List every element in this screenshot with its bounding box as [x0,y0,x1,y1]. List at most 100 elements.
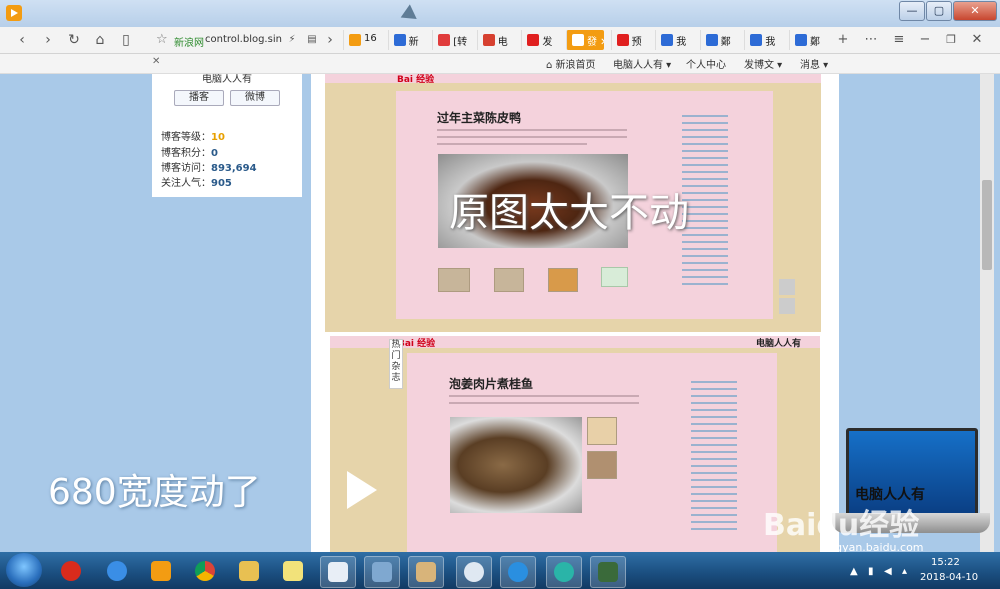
browser-icon [508,562,528,582]
close-button[interactable]: ✕ [953,1,997,21]
text-line [437,129,627,131]
tray-network-icon[interactable]: ▮ [868,566,874,577]
tab-minimize-icon[interactable]: − [914,31,936,49]
taskbar-browser[interactable] [500,556,536,588]
tab-label: 鄭 [810,37,820,48]
browser-tab[interactable]: 预 [610,30,649,50]
browser-tab[interactable]: 新 [387,30,426,50]
taskbar-explorer[interactable] [232,556,266,586]
taskbar-app[interactable] [590,556,626,588]
url-site-label: 新浪网 [174,38,204,49]
taskbar-chrome[interactable] [188,556,222,586]
taskbar-app-jiang[interactable] [54,556,88,586]
start-button[interactable] [6,553,42,587]
user-menu[interactable]: 电脑人人有 ▾ [613,56,671,71]
weibo-button[interactable]: 微博 [230,90,280,106]
paint-icon [416,562,436,582]
blog-toolbar: ✕ ⌂ 新浪首页 电脑人人有 ▾ 个人中心 发博文 ▾ 消息 ▾ [0,54,1000,74]
address-bar[interactable]: control.blog.sin [205,34,282,45]
favorite-star-icon[interactable]: ☆ [156,32,168,47]
level-value: 10 [211,132,225,143]
taskbar-paint[interactable] [408,556,444,588]
article2-title: 泡姜肉片煮桂鱼 [449,377,534,391]
document-icon [328,562,348,582]
vote-box[interactable] [601,267,628,287]
play-icon[interactable] [347,471,377,509]
taskbar-notes[interactable] [276,556,310,586]
broadcast-label: 播客 [189,92,209,103]
stat-popularity: 关注人气：905 [161,174,232,189]
tab-favicon-icon [393,34,406,46]
tab-label: 发 [542,37,553,48]
browser-tab[interactable]: 發 ✕ [566,30,604,50]
scrollbar-thumb[interactable] [982,180,992,270]
circle-app-icon [554,562,574,582]
sina-home-link[interactable]: ⌂ 新浪首页 [546,56,596,71]
reader-icon[interactable]: ▯ [116,31,136,49]
weibo-label: 微博 [245,92,265,103]
messages-menu[interactable]: 消息 ▾ [800,56,828,71]
close-toolbar-icon[interactable]: ✕ [152,56,160,67]
home-icon[interactable]: ⌂ [90,31,110,49]
visits-value: 893,694 [211,163,257,174]
tray-wifi-icon[interactable]: ▴ [902,566,907,577]
clock-time[interactable]: 15:22 [931,557,960,568]
broadcast-button[interactable]: 播客 [174,90,224,106]
tab-scroll-left-icon[interactable]: › [320,31,340,49]
vertical-scrollbar[interactable] [980,74,994,552]
back-icon[interactable]: ‹ [12,31,32,49]
taskbar-ie[interactable] [100,556,134,586]
share-icon[interactable] [779,298,795,314]
level-label: 博客等级： [161,132,211,143]
taskbar-screen[interactable] [364,556,400,588]
browser-tab[interactable]: 电 [476,30,515,50]
personal-center-link[interactable]: 个人中心 [686,56,726,71]
minimize-button[interactable]: — [899,1,925,21]
browser-tab[interactable]: [转 [432,30,470,50]
browser-tab[interactable]: 鄭 [789,30,827,50]
lightning-icon[interactable]: ⚡ [282,31,302,49]
notes-icon [283,561,303,581]
post-menu[interactable]: 发博文 ▾ [744,56,782,71]
tab-favicon-icon [616,34,629,46]
step-thumb [548,268,578,292]
taskbar-player[interactable] [144,556,178,586]
grid-icon[interactable]: ▤ [302,31,322,49]
hot-magazine-tab[interactable]: 热门杂志 [389,339,403,389]
taskbar-doc[interactable] [320,556,356,588]
tab-restore-icon[interactable]: ❐ [940,31,962,49]
taskbar-cloud[interactable] [456,556,492,588]
like-icon[interactable] [779,279,795,295]
tab-label: 电 [497,37,508,48]
article2-card: 泡姜肉片煮桂鱼 [407,353,777,552]
window-titlebar [0,0,1000,27]
reload-icon[interactable]: ↻ [64,31,84,49]
maximize-button[interactable]: ▢ [926,1,952,21]
popularity-value: 905 [211,178,232,189]
tab-label: 我 [676,37,687,48]
forward-icon[interactable]: › [38,31,58,49]
browser-tab[interactable]: 16 [343,30,381,50]
text-line [437,136,627,138]
tray-flag-icon[interactable]: ▲ [850,566,858,577]
browser-tab[interactable]: 发 [521,30,559,50]
step-thumb [494,268,524,292]
clock-date[interactable]: 2018-04-10 [920,572,978,583]
new-tab-icon[interactable]: + [832,31,854,49]
text-line [449,395,639,397]
browser-tab[interactable]: 我 [655,30,693,50]
cloud-icon [464,562,484,582]
tray-volume-icon[interactable]: ◀ [884,566,892,577]
text-line [437,143,587,145]
browser-tab[interactable]: 我 [744,30,782,50]
taskbar-360[interactable] [546,556,582,588]
tab-favicon-icon [527,34,540,46]
article1-title: 过年主菜陈皮鸭 [437,111,522,125]
more-icon[interactable]: ⋯ [860,31,882,49]
sidebar-links [691,381,737,535]
menu-icon[interactable]: ≡ [888,31,910,49]
chrome-icon [195,561,215,581]
baidu-logo-icon: Bai 经验 [398,339,436,349]
tab-close-icon[interactable]: ✕ [966,31,988,49]
browser-tab[interactable]: 鄭 [699,30,738,50]
